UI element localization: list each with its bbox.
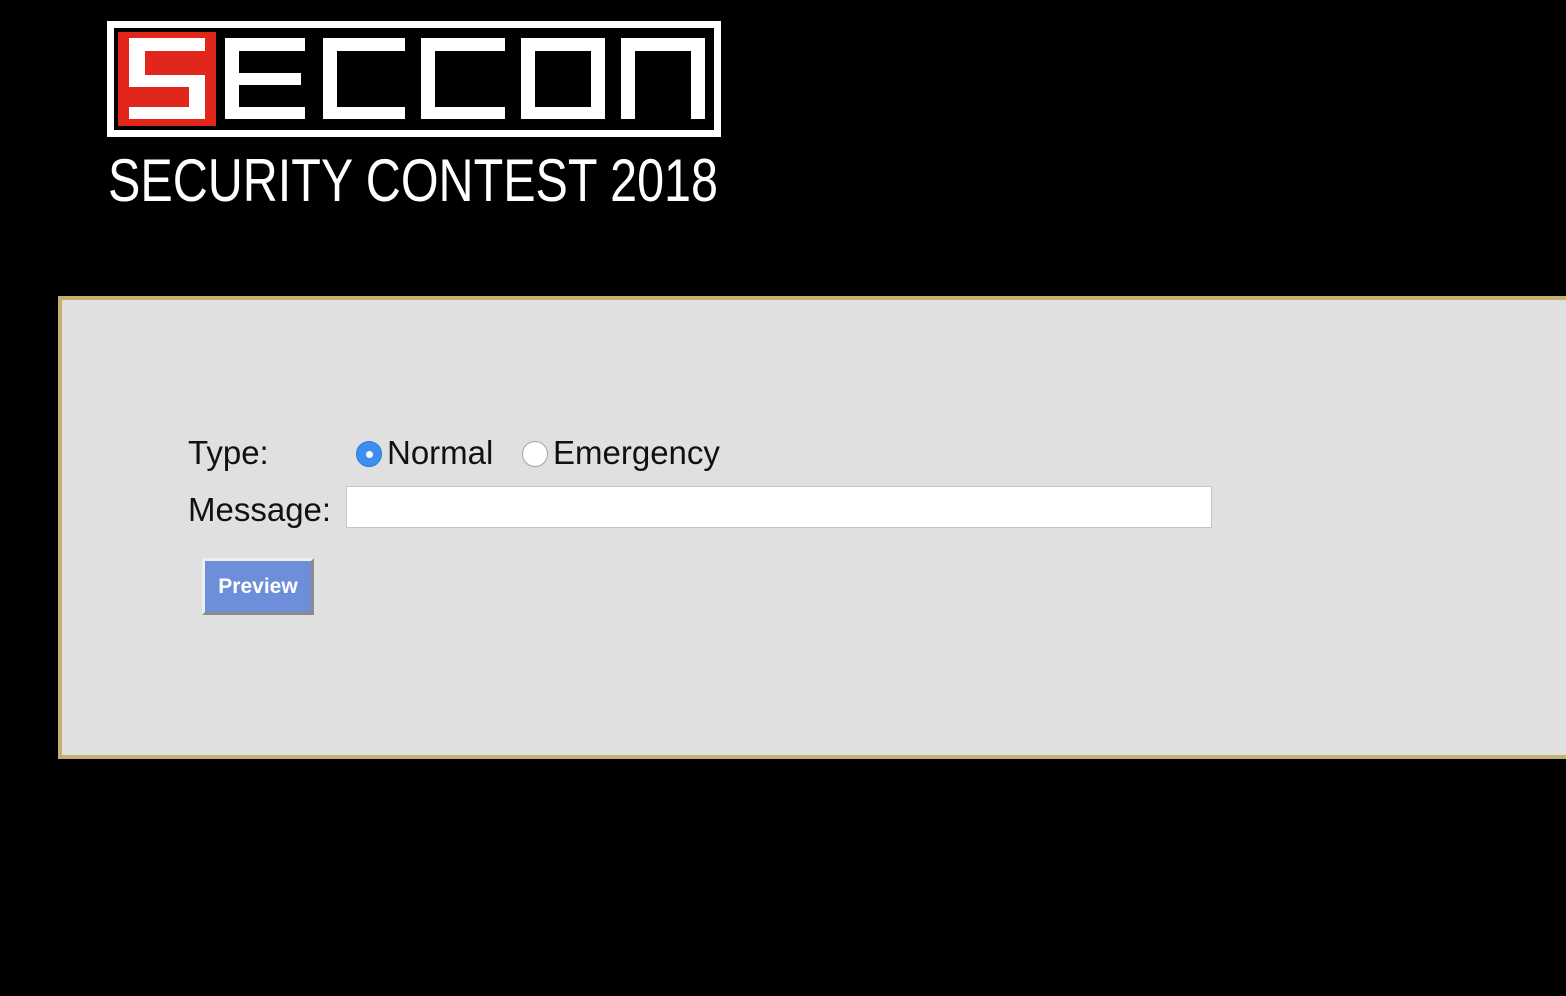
type-label: Type: bbox=[188, 434, 269, 471]
seccon-wordmark-graphic bbox=[107, 21, 721, 137]
seccon-logo: SECURITY CONTEST 2018 bbox=[107, 21, 721, 211]
message-input[interactable] bbox=[346, 486, 1212, 528]
form-panel: Type: Normal Emergency Message: Preview bbox=[58, 296, 1566, 759]
radio-selected-dot bbox=[366, 451, 373, 458]
message-label: Message: bbox=[188, 491, 332, 528]
type-emergency-radio[interactable] bbox=[522, 441, 548, 467]
preview-button[interactable]: Preview bbox=[202, 558, 314, 615]
type-normal-label[interactable]: Normal bbox=[387, 436, 493, 469]
security-contest-tagline-graphic: SECURITY CONTEST 2018 bbox=[108, 147, 718, 211]
logo-tagline-text: SECURITY CONTEST 2018 bbox=[108, 147, 718, 211]
type-emergency-label[interactable]: Emergency bbox=[553, 436, 720, 469]
type-normal-radio[interactable] bbox=[356, 441, 382, 467]
